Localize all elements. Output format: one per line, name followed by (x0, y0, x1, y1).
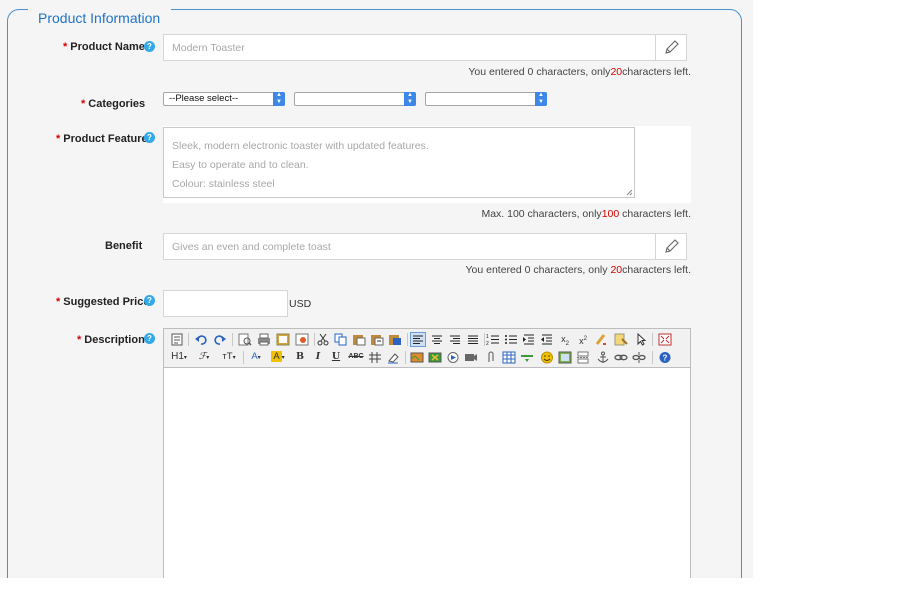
rich-text-editor: 12 x2 x2 H1▾ ℱ▾ ᴛT▾ A▾ A ▾ B I U ABC ? (163, 328, 691, 595)
emoticon-icon[interactable] (540, 351, 554, 364)
benefit-input[interactable]: Gives an even and complete toast (163, 233, 687, 260)
resize-handle-icon[interactable] (626, 189, 633, 196)
strikethrough-button[interactable]: ABC (348, 350, 364, 363)
cursor-icon[interactable] (634, 333, 648, 346)
categories-label: * Categories (81, 98, 146, 110)
indent-icon[interactable] (522, 333, 536, 346)
product-name-char-hint: You entered 0 characters, only20characte… (468, 66, 691, 78)
product-feature-label: * Product Feature (56, 133, 148, 145)
superscript-icon[interactable]: x2 (576, 333, 590, 346)
eraser-icon[interactable] (386, 351, 400, 364)
product-name-help-icon[interactable]: ? (144, 41, 155, 52)
table-grid-icon[interactable] (368, 351, 382, 364)
font-family-dropdown[interactable]: ℱ▾ (194, 350, 214, 363)
svg-text:1: 1 (486, 334, 489, 340)
description-help-icon[interactable]: ? (144, 333, 155, 344)
horizontal-rule-icon[interactable] (520, 351, 534, 364)
attachment-icon[interactable] (484, 351, 498, 364)
category-select-1[interactable]: --Please select-- ▲ ▼ (163, 92, 285, 106)
form-page: Product Information * Product Name ? Mode… (0, 0, 910, 595)
outdent-icon[interactable] (540, 333, 554, 346)
link-icon[interactable] (614, 351, 628, 364)
product-feature-container: Sleek, modern electronic toaster with up… (163, 126, 691, 203)
paste-icon[interactable] (352, 333, 366, 346)
insert-flash-icon[interactable] (428, 351, 442, 364)
editor-content-area[interactable] (164, 369, 690, 595)
page-bottom-area (0, 578, 910, 595)
suggested-price-help-icon[interactable]: ? (144, 295, 155, 306)
svg-text:2: 2 (486, 341, 489, 346)
align-justify-icon[interactable] (466, 333, 480, 346)
copy-icon[interactable] (334, 333, 348, 346)
heading-dropdown[interactable]: H1▾ (168, 350, 190, 363)
redo-icon[interactable] (213, 333, 227, 346)
benefit-label: Benefit (105, 240, 143, 252)
align-right-icon[interactable] (448, 333, 462, 346)
product-feature-textarea[interactable]: Sleek, modern electronic toaster with up… (163, 127, 635, 198)
svg-text:?: ? (663, 354, 668, 363)
product-feature-help-icon[interactable]: ? (144, 132, 155, 143)
underline-button[interactable]: U (330, 350, 342, 363)
select-all-icon[interactable] (614, 333, 628, 346)
font-size-dropdown[interactable]: ᴛT▾ (218, 350, 240, 363)
paste-word-icon[interactable] (388, 333, 402, 346)
font-color-dropdown[interactable]: A▾ (248, 350, 264, 363)
insert-image-icon[interactable] (410, 351, 424, 364)
insert-media-icon[interactable] (446, 351, 460, 364)
product-name-label: * Product Name (63, 41, 145, 53)
fullscreen-icon[interactable] (658, 333, 672, 346)
highlight-color-dropdown[interactable]: A ▾ (270, 350, 286, 363)
insert-table-icon[interactable] (502, 351, 516, 364)
chevron-updown-icon: ▲ ▼ (404, 92, 416, 106)
edit-pencil-icon[interactable] (655, 35, 686, 60)
description-label: * Description (77, 334, 145, 346)
templates-icon[interactable] (276, 333, 290, 346)
align-center-icon[interactable] (430, 333, 444, 346)
insert-video-icon[interactable] (464, 351, 478, 364)
italic-button[interactable]: I (312, 350, 324, 363)
unlink-icon[interactable] (632, 351, 646, 364)
category-select-2[interactable]: ▲ ▼ (294, 92, 416, 106)
bulleted-list-icon[interactable] (504, 333, 518, 346)
preview-icon[interactable] (238, 333, 252, 346)
print-icon[interactable] (257, 333, 271, 346)
edit-pencil-icon[interactable] (655, 234, 686, 259)
page-break-icon[interactable] (576, 351, 590, 364)
clear-format-icon[interactable] (594, 333, 608, 346)
subscript-icon[interactable]: x2 (558, 333, 572, 347)
bold-button[interactable]: B (294, 350, 306, 363)
suggested-price-label: * Suggested Price (56, 296, 150, 308)
paste-text-icon[interactable] (370, 333, 384, 346)
product-feature-char-hint: Max. 100 characters, only100 characters … (481, 208, 691, 220)
image-map-icon[interactable] (558, 351, 572, 364)
help-icon[interactable]: ? (658, 351, 672, 364)
save-icon[interactable] (295, 333, 309, 346)
anchor-icon[interactable] (596, 351, 610, 364)
editor-toolbar: 12 x2 x2 H1▾ ℱ▾ ᴛT▾ A▾ A ▾ B I U ABC ? (164, 329, 690, 368)
benefit-char-hint: You entered 0 characters, only 20charact… (465, 264, 691, 276)
align-left-icon[interactable] (410, 332, 426, 347)
section-title: Product Information (38, 10, 161, 26)
currency-label: USD (289, 298, 312, 310)
category-select-3[interactable]: ▲ ▼ (425, 92, 547, 106)
source-icon[interactable] (170, 333, 184, 346)
chevron-updown-icon: ▲ ▼ (273, 92, 285, 106)
product-name-input[interactable]: Modern Toaster (163, 34, 687, 61)
chevron-updown-icon: ▲ ▼ (535, 92, 547, 106)
cut-icon[interactable] (316, 333, 330, 346)
undo-icon[interactable] (194, 333, 208, 346)
suggested-price-input[interactable] (163, 290, 288, 317)
numbered-list-icon[interactable]: 12 (486, 333, 500, 346)
